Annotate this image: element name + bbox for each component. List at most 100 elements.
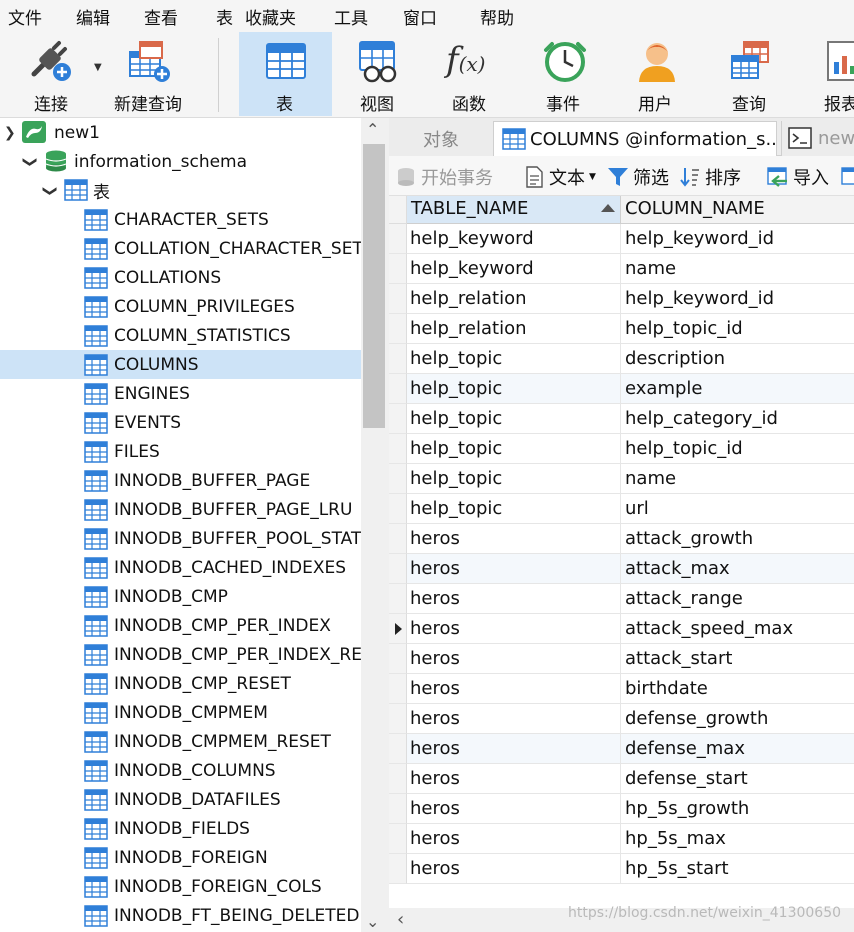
menu-window[interactable]: 窗口 [403, 4, 437, 29]
cell-table-name[interactable]: heros [407, 554, 621, 584]
row-selector[interactable] [389, 644, 407, 674]
cell-column-name[interactable]: hp_5s_start [621, 854, 854, 884]
table-row[interactable]: help_topic help_category_id [389, 404, 854, 434]
row-selector-header[interactable] [389, 196, 407, 224]
text-button[interactable]: 文本 ▼ [523, 164, 596, 190]
tree-table-item[interactable]: INNODB_DATAFILES [0, 785, 361, 814]
menu-tools[interactable]: 工具 [334, 4, 368, 29]
view-button[interactable]: 视图 [336, 32, 420, 116]
row-selector[interactable] [389, 764, 407, 794]
cell-column-name[interactable]: example [621, 374, 854, 404]
cell-table-name[interactable]: heros [407, 584, 621, 614]
table-row[interactable]: heros hp_5s_max [389, 824, 854, 854]
cell-table-name[interactable]: heros [407, 854, 621, 884]
table-row[interactable]: heros defense_max [389, 734, 854, 764]
cell-table-name[interactable]: help_relation [407, 314, 621, 344]
tree-table-item[interactable]: INNODB_CMPMEM_RESET [0, 727, 361, 756]
tab-objects[interactable]: 对象 [389, 121, 493, 156]
menu-view[interactable]: 查看 [144, 4, 178, 29]
scrollbar-thumb[interactable] [363, 144, 385, 428]
row-selector[interactable] [389, 284, 407, 314]
table-row[interactable]: heros attack_growth [389, 524, 854, 554]
row-selector[interactable] [389, 584, 407, 614]
menu-favorites[interactable]: 收藏夹 [245, 4, 296, 29]
row-selector[interactable] [389, 374, 407, 404]
cell-table-name[interactable]: help_topic [407, 344, 621, 374]
export-button[interactable] [841, 164, 854, 190]
filter-button[interactable]: 筛选 [607, 164, 669, 190]
cell-column-name[interactable]: attack_range [621, 584, 854, 614]
table-row[interactable]: help_topic url [389, 494, 854, 524]
begin-transaction-button[interactable]: 开始事务 [395, 164, 493, 190]
tab-columns[interactable]: COLUMNS @information_s... [493, 121, 777, 156]
tree-table-item[interactable]: INNODB_CMP_PER_INDEX_RESET [0, 640, 361, 669]
row-selector[interactable] [389, 734, 407, 764]
tree-connection-node[interactable]: ❯ new1 [0, 118, 361, 147]
tree-table-item[interactable]: INNODB_CMP_RESET [0, 669, 361, 698]
cell-column-name[interactable]: attack_growth [621, 524, 854, 554]
row-selector[interactable] [389, 224, 407, 254]
menu-table[interactable]: 表 [216, 4, 233, 29]
cell-column-name[interactable]: help_topic_id [621, 434, 854, 464]
cell-table-name[interactable]: help_keyword [407, 254, 621, 284]
table-row[interactable]: heros attack_start [389, 644, 854, 674]
menu-help[interactable]: 帮助 [480, 4, 514, 29]
sort-button[interactable]: 排序 [679, 164, 741, 190]
row-selector[interactable] [389, 614, 407, 644]
tree-scrollbar[interactable]: ⌃ ⌄ [361, 118, 389, 932]
table-row[interactable]: help_keyword name [389, 254, 854, 284]
cell-column-name[interactable]: birthdate [621, 674, 854, 704]
tree-table-item[interactable]: CHARACTER_SETS [0, 205, 361, 234]
tree-table-item[interactable]: INNODB_CMP_PER_INDEX [0, 611, 361, 640]
cell-column-name[interactable]: name [621, 254, 854, 284]
event-button[interactable]: 事件 [520, 32, 608, 116]
tree-table-item[interactable]: INNODB_BUFFER_POOL_STATS [0, 524, 361, 553]
row-selector[interactable] [389, 344, 407, 374]
tree-table-item[interactable]: INNODB_CMPMEM [0, 698, 361, 727]
tree-table-item[interactable]: INNODB_FIELDS [0, 814, 361, 843]
cell-table-name[interactable]: heros [407, 644, 621, 674]
scroll-left-icon[interactable]: ‹ [397, 909, 404, 930]
collapse-arrow-icon[interactable]: ❯ [42, 185, 58, 197]
cell-column-name[interactable]: defense_growth [621, 704, 854, 734]
cell-table-name[interactable]: help_topic [407, 434, 621, 464]
cell-column-name[interactable]: url [621, 494, 854, 524]
tree-table-item[interactable]: COLUMNS [0, 350, 361, 379]
cell-column-name[interactable]: defense_max [621, 734, 854, 764]
cell-table-name[interactable]: heros [407, 764, 621, 794]
tree-tables-group[interactable]: ❯ 表 [0, 176, 361, 205]
dropdown-arrow-icon[interactable]: ▼ [589, 172, 596, 182]
cell-table-name[interactable]: help_topic [407, 404, 621, 434]
tree-table-item[interactable]: INNODB_FOREIGN [0, 843, 361, 872]
tree-table-item[interactable]: INNODB_FOREIGN_COLS [0, 872, 361, 901]
cell-table-name[interactable]: help_topic [407, 374, 621, 404]
row-selector[interactable] [389, 314, 407, 344]
scroll-down-icon[interactable]: ⌄ [366, 912, 379, 931]
tree-table-item[interactable]: COLLATIONS [0, 263, 361, 292]
cell-column-name[interactable]: description [621, 344, 854, 374]
cell-table-name[interactable]: heros [407, 794, 621, 824]
cell-table-name[interactable]: heros [407, 674, 621, 704]
cell-column-name[interactable]: attack_max [621, 554, 854, 584]
column-header-table-name[interactable]: TABLE_NAME [407, 196, 621, 224]
table-row[interactable]: heros hp_5s_growth [389, 794, 854, 824]
row-selector[interactable] [389, 554, 407, 584]
cell-column-name[interactable]: hp_5s_max [621, 824, 854, 854]
new-query-button[interactable]: 新建查询 [112, 32, 192, 116]
table-row[interactable]: help_topic name [389, 464, 854, 494]
table-row[interactable]: heros defense_growth [389, 704, 854, 734]
cell-table-name[interactable]: heros [407, 524, 621, 554]
tree-table-item[interactable]: COLLATION_CHARACTER_SET_APPLICABILITY [0, 234, 361, 263]
table-row[interactable]: heros defense_start [389, 764, 854, 794]
row-selector[interactable] [389, 404, 407, 434]
cell-table-name[interactable]: heros [407, 614, 621, 644]
cell-column-name[interactable]: help_topic_id [621, 314, 854, 344]
cell-column-name[interactable]: attack_speed_max [621, 614, 854, 644]
row-selector[interactable] [389, 824, 407, 854]
cell-table-name[interactable]: heros [407, 734, 621, 764]
collapse-arrow-icon[interactable]: ❯ [4, 125, 16, 141]
cell-table-name[interactable]: heros [407, 704, 621, 734]
query-button[interactable]: 查询 [706, 32, 794, 116]
cell-column-name[interactable]: help_category_id [621, 404, 854, 434]
column-header-column-name[interactable]: COLUMN_NAME [621, 196, 854, 224]
